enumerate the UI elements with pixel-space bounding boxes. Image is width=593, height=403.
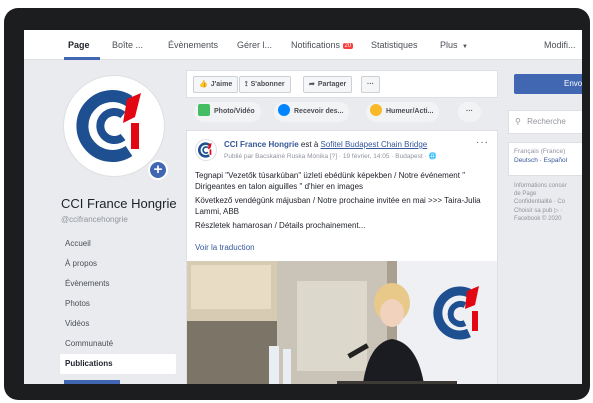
share-label: Partager	[317, 81, 347, 88]
sidebar-item-events[interactable]: Évènements	[60, 274, 176, 294]
footer-link-ad-choices[interactable]: Choisir sa pub ▷ ·	[514, 207, 582, 215]
follow-label: S'abonner	[250, 81, 285, 88]
follow-button[interactable]: ⟟ S'abonner	[239, 76, 291, 93]
like-label: J'aime	[210, 81, 233, 88]
sidebar-item-videos[interactable]: Vidéos	[60, 314, 176, 334]
notifications-badge: 20	[342, 43, 354, 49]
share-button[interactable]: ➦ Partager	[303, 76, 353, 93]
event-photo-image	[187, 261, 497, 384]
messenger-icon	[278, 104, 290, 116]
tab-insights[interactable]: Statistiques	[371, 40, 418, 50]
language-options[interactable]: Deutsch · Español	[514, 156, 582, 165]
laptop-frame: Page Boîte ... Évènements Gérer l... Not…	[4, 8, 590, 400]
page-top-tabs: Page Boîte ... Évènements Gérer l... Not…	[24, 30, 582, 60]
sidebar-item-photos[interactable]: Photos	[60, 294, 176, 314]
send-message-button[interactable]: Envo	[514, 74, 582, 94]
footer-link-page-info-cont[interactable]: de Page	[514, 190, 582, 198]
tab-more[interactable]: Plus ▼	[440, 40, 468, 50]
globe-icon: 🌐	[428, 153, 437, 160]
tab-notifications-label: Notifications	[291, 40, 341, 50]
tab-edit[interactable]: Modifi...	[544, 40, 576, 50]
see-translation-link[interactable]: Voir la traduction	[195, 243, 255, 252]
caret-down-icon: ▼	[462, 44, 468, 50]
rss-icon: ⟟	[245, 81, 248, 88]
page-profile-picture[interactable]	[64, 76, 164, 176]
page-action-bar: 👍 J'aime ⟟ S'abonner ➦ Partager ···	[186, 70, 498, 98]
footer-links: Informations concer de Page Confidential…	[514, 182, 582, 223]
tab-page[interactable]: Page	[68, 40, 90, 50]
post-body: Tegnapi "Vezetők túsarkúban" üzleti ebéd…	[195, 171, 495, 236]
receive-messages-button[interactable]: Recevoir des...	[274, 102, 350, 122]
active-tab-indicator	[64, 57, 100, 60]
page-side-nav: Accueil À propos Évènements Photos Vidéo…	[60, 234, 176, 374]
post-text-paragraph-1: Tegnapi "Vezetők túsarkúban" üzleti ebéd…	[195, 171, 466, 191]
thumbs-up-icon: 👍	[199, 81, 208, 88]
tab-events[interactable]: Évènements	[168, 40, 218, 50]
create-page-button-edge[interactable]	[64, 380, 120, 384]
post-header: CCI France Hongrie est à Sofitel Budapes…	[224, 140, 427, 149]
tab-manage[interactable]: Gérer l...	[237, 40, 272, 50]
share-arrow-icon: ➦	[309, 81, 315, 88]
feeling-activity-label: Humeur/Acti...	[386, 108, 434, 115]
post-location-link[interactable]: Sofitel Budapest Chain Bridge	[321, 140, 428, 149]
cci-logo-small-icon	[198, 142, 212, 158]
page-title: CCI France Hongrie	[61, 196, 177, 211]
footer-link-page-info[interactable]: Informations concer	[514, 182, 582, 190]
sidebar-item-home[interactable]: Accueil	[60, 234, 176, 254]
post-meta: Publié par Bacskainé Ruska Mónika [?] · …	[224, 152, 437, 160]
language-current: Français (France)	[514, 148, 566, 155]
cci-logo-icon	[76, 90, 141, 162]
post-photo[interactable]	[187, 261, 497, 384]
post-meta-text: Publié par Bacskainé Ruska Mónika [?] · …	[224, 153, 429, 160]
photo-icon	[198, 104, 210, 116]
search-placeholder: Recherche	[527, 117, 566, 126]
receive-messages-label: Recevoir des...	[294, 108, 344, 115]
sidebar-item-posts[interactable]: Publications	[60, 354, 176, 374]
more-composer-button[interactable]: ···	[458, 102, 481, 122]
language-selector: Français (France) Deutsch · Español	[508, 142, 582, 176]
footer-copyright: Facebook © 2020	[514, 215, 562, 222]
footer-link-privacy[interactable]: Confidentialité · Co	[514, 198, 582, 206]
post-card: CCI France Hongrie est à Sofitel Budapes…	[186, 130, 498, 384]
page-search-input[interactable]: ⚲ Recherche	[508, 110, 582, 134]
like-button[interactable]: 👍 J'aime	[193, 76, 239, 93]
sidebar-item-about[interactable]: À propos	[60, 254, 176, 274]
post-text-paragraph-2: Következő vendégünk májusban / Notre pro…	[195, 196, 481, 216]
page-username[interactable]: @ccifrancehongrie	[61, 215, 128, 224]
more-actions-button[interactable]: ···	[361, 76, 380, 93]
tab-inbox[interactable]: Boîte ...	[112, 40, 143, 50]
post-at-text: est à	[300, 140, 319, 149]
photo-video-label: Photo/Vidéo	[214, 108, 255, 115]
facebook-page-screen: Page Boîte ... Évènements Gérer l... Not…	[24, 30, 582, 384]
search-icon: ⚲	[515, 117, 521, 126]
smiley-icon	[370, 104, 382, 116]
post-author-link[interactable]: CCI France Hongrie	[224, 140, 299, 149]
photo-video-button[interactable]: Photo/Vidéo	[194, 102, 261, 122]
composer-shortcuts: Photo/Vidéo Recevoir des... Humeur/Acti.…	[186, 102, 498, 124]
post-author-avatar[interactable]	[195, 139, 217, 161]
post-text-paragraph-3: Részletek hamarosan / Détails prochainem…	[195, 221, 366, 230]
post-options-button[interactable]: ···	[476, 137, 489, 148]
sidebar-item-community[interactable]: Communauté	[60, 334, 176, 354]
tab-more-label: Plus	[440, 40, 458, 50]
tab-notifications[interactable]: Notifications 20	[291, 40, 354, 50]
add-photo-button[interactable]: +	[148, 160, 168, 180]
feeling-activity-button[interactable]: Humeur/Acti...	[366, 102, 440, 122]
